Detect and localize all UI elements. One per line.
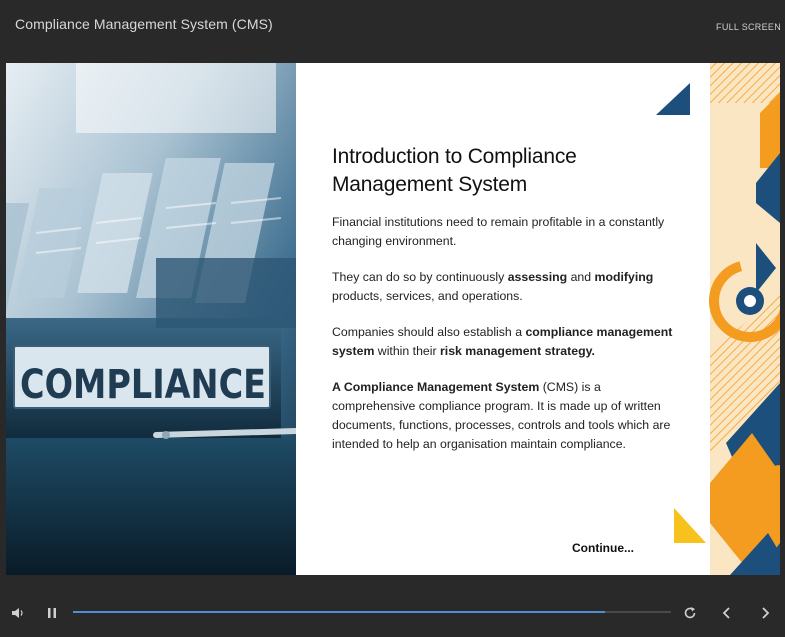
- course-title: Compliance Management System (CMS): [15, 16, 273, 32]
- continue-button[interactable]: Continue...: [572, 541, 634, 555]
- player-controls: [0, 590, 785, 637]
- volume-icon: [12, 608, 23, 618]
- previous-button[interactable]: [718, 604, 736, 622]
- progress-fill: [73, 611, 606, 613]
- pause-icon: [48, 608, 56, 618]
- paragraph-cms-strategy: Companies should also establish a compli…: [332, 325, 673, 358]
- chevron-left-icon: [722, 607, 730, 619]
- photo-label-text: COMPLIANCE: [20, 362, 266, 408]
- fullscreen-button[interactable]: FULL SCREEN: [716, 22, 781, 32]
- top-bar: Compliance Management System (CMS) FULL …: [0, 0, 785, 62]
- decorative-shapes: [656, 63, 780, 575]
- slide-heading: Introduction to Compliance Management Sy…: [332, 145, 577, 196]
- replay-button[interactable]: [681, 604, 699, 622]
- compliance-photo: COMPLIANCE: [6, 63, 296, 575]
- replay-icon: [684, 607, 696, 619]
- paragraph-cms-definition: A Compliance Management System (CMS) is …: [332, 380, 671, 451]
- paragraph-assessing: They can do so by continuously assessing…: [332, 270, 654, 303]
- pause-button[interactable]: [43, 604, 61, 622]
- chevron-right-icon: [762, 607, 770, 619]
- slide: COMPLIANCE Introduction to Compliance Ma…: [6, 63, 780, 575]
- slide-content: Introduction to Compliance Management Sy…: [332, 143, 682, 454]
- next-button[interactable]: [756, 604, 774, 622]
- volume-button[interactable]: [9, 604, 27, 622]
- progress-bar[interactable]: [73, 611, 671, 613]
- paragraph-intro: Financial institutions need to remain pr…: [332, 215, 665, 248]
